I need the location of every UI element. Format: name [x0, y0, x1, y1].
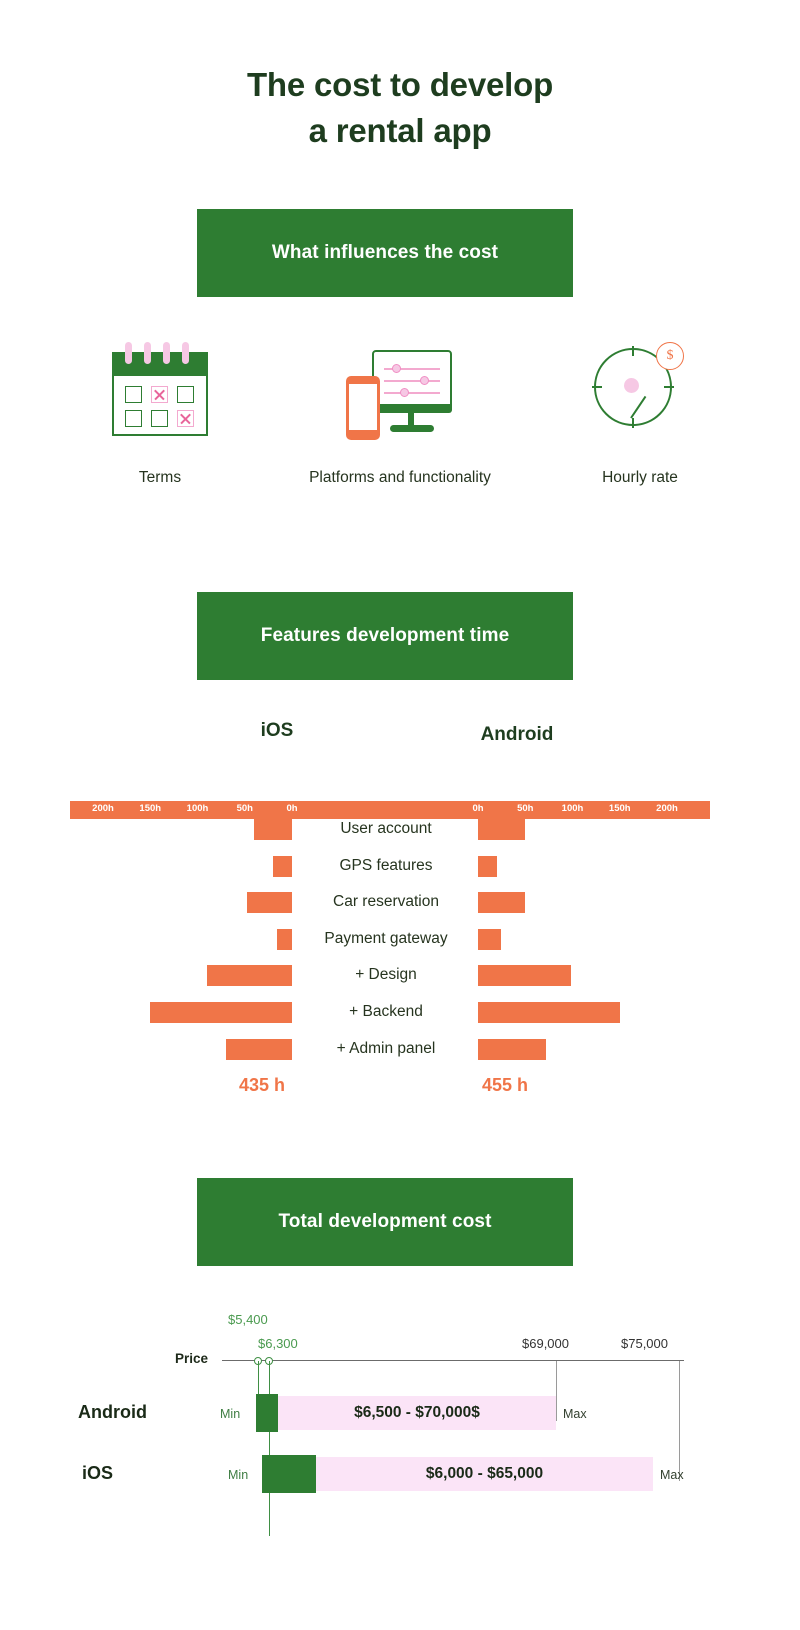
platform-header-ios: iOS [260, 720, 294, 741]
clock-dollar-icon: $ [580, 336, 700, 444]
price-range-chart: Price $5,400 $6,300 $69,000 $75,000 Andr… [0, 1300, 800, 1540]
total-hours-ios: 435 h [238, 1075, 286, 1095]
section-banner-features: Features development time [197, 592, 573, 680]
price-annotation-5400: $5,400 [228, 1312, 268, 1327]
section-banner-total-cost-label: Total development cost [278, 1211, 492, 1232]
guide-line-75000 [679, 1361, 680, 1481]
monitor-phone-icon [340, 336, 460, 444]
price-min-label-ios: Min [228, 1468, 249, 1482]
dollar-badge-icon: $ [656, 342, 684, 370]
guide-line-69000 [556, 1361, 557, 1421]
infographic-page: The cost to develop a rental app What in… [0, 0, 800, 1630]
bar-ios--design [206, 965, 292, 987]
feature-row: User account [0, 812, 800, 849]
bar-ios-user-account [254, 819, 292, 840]
section-banner-total-cost: Total development cost [197, 1178, 573, 1266]
price-min-label-android: Min [220, 1407, 241, 1421]
bar-android-gps-features [478, 855, 497, 877]
guide-line-6300 [269, 1361, 270, 1536]
feature-row: + Design [0, 958, 800, 995]
feature-label: Payment gateway [324, 929, 448, 947]
feature-row: Car reservation [0, 885, 800, 922]
bar-ios--backend [150, 1001, 292, 1023]
price-annotation-75000: $75,000 [621, 1336, 668, 1351]
calendar-icon [100, 336, 220, 444]
page-title-line-2: a rental app [308, 112, 492, 149]
bar-android--design [478, 965, 571, 987]
price-max-label-ios: Max [660, 1468, 684, 1482]
price-range-android: $6,500 - $70,000$ [278, 1396, 556, 1430]
bar-ios--admin-panel [225, 1038, 292, 1060]
bar-android-car-reservation [478, 892, 526, 914]
total-hours-android: 455 h [481, 1075, 529, 1095]
price-range-text-android: $6,500 - $70,000$ [354, 1404, 480, 1421]
influences-row: Terms Platforms and functionality $ Hour… [40, 336, 760, 516]
feature-row: GPS features [0, 849, 800, 886]
price-range-text-ios: $6,000 - $65,000 [425, 1465, 544, 1482]
feature-label: + Design [355, 966, 417, 984]
page-title-line-1: The cost to develop [246, 66, 554, 103]
feature-row: + Admin panel [0, 1032, 800, 1069]
influence-item-hourly-rate: $ Hourly rate [520, 336, 760, 516]
feature-row: + Backend [0, 995, 800, 1032]
feature-label: GPS features [339, 856, 433, 874]
section-banner-influences-label: What influences the cost [271, 242, 499, 263]
bar-android-user-account [478, 819, 526, 840]
price-annotation-6300: $6,300 [258, 1336, 298, 1351]
feature-label: + Admin panel [336, 1039, 436, 1057]
influence-item-terms: Terms [40, 336, 280, 516]
influence-item-platforms: Platforms and functionality [280, 336, 520, 516]
page-title: The cost to develop a rental app [0, 62, 800, 154]
section-banner-influences: What influences the cost [197, 209, 573, 297]
bar-android--backend [478, 1001, 620, 1023]
influence-label-platforms: Platforms and functionality [309, 469, 491, 486]
price-max-label-android: Max [563, 1407, 587, 1421]
bar-ios-car-reservation [246, 892, 292, 914]
features-totals: 435 h 455 h [0, 1075, 800, 1105]
feature-label: User account [340, 820, 432, 837]
bar-android-payment-gateway [478, 928, 501, 950]
feature-row: Payment gateway [0, 922, 800, 959]
price-min-bar-android [256, 1394, 278, 1432]
bar-android--admin-panel [478, 1038, 547, 1060]
feature-label: + Backend [349, 1002, 423, 1020]
platform-header-android: Android [480, 724, 554, 745]
features-bar-chart: User account GPS features Car reservation P… [0, 812, 800, 1068]
feature-label: Car reservation [333, 893, 439, 911]
price-min-bar-ios [262, 1455, 316, 1493]
price-annotation-69000: $69,000 [522, 1336, 569, 1351]
price-axis-line [222, 1360, 684, 1361]
section-banner-features-label: Features development time [260, 625, 510, 646]
price-row-label-android: Android [78, 1402, 147, 1422]
influence-label-hourly-rate: Hourly rate [602, 469, 678, 486]
price-range-ios: $6,000 - $65,000 [316, 1457, 653, 1491]
price-axis-label: Price [175, 1351, 209, 1366]
price-row-label-ios: iOS [82, 1463, 114, 1483]
influence-label-terms: Terms [138, 469, 182, 486]
